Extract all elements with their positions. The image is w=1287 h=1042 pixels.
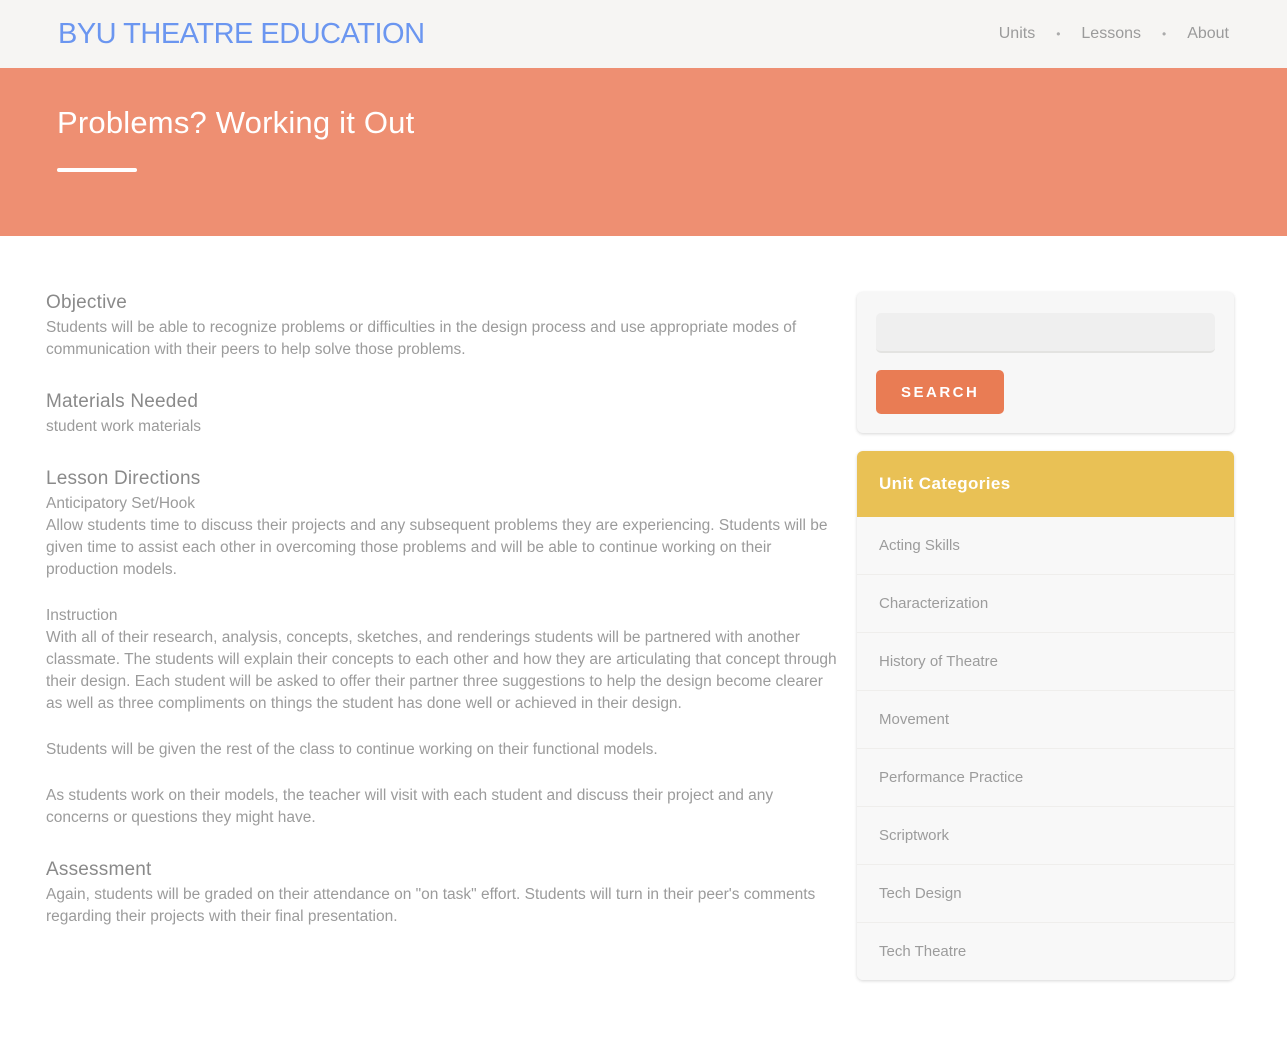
lesson-block: Anticipatory Set/Hook Allow students tim… bbox=[46, 493, 839, 581]
category-item-characterization[interactable]: Characterization bbox=[857, 574, 1234, 632]
search-input[interactable] bbox=[876, 313, 1215, 353]
page-content: Objective Students will be able to recog… bbox=[0, 236, 1287, 1022]
category-item-scriptwork[interactable]: Scriptwork bbox=[857, 806, 1234, 864]
category-item-tech-design[interactable]: Tech Design bbox=[857, 864, 1234, 922]
search-card: SEARCH bbox=[857, 292, 1234, 433]
nav-separator-dot: • bbox=[1161, 27, 1167, 41]
title-underline bbox=[57, 168, 137, 172]
category-item-tech-theatre[interactable]: Tech Theatre bbox=[857, 922, 1234, 980]
section-text: student work materials bbox=[46, 418, 202, 435]
lesson-block: As students work on their models, the te… bbox=[46, 785, 839, 829]
page-title: Problems? Working it Out bbox=[57, 105, 415, 140]
main-nav: Units • Lessons • About bbox=[999, 25, 1229, 43]
section-heading: Objective bbox=[46, 292, 128, 313]
block-label: Instruction bbox=[46, 607, 118, 624]
site-header: BYU THEATRE EDUCATION Units • Lessons • … bbox=[0, 0, 1287, 68]
lesson-block: Students will be given the rest of the c… bbox=[46, 739, 839, 761]
category-item-performance-practice[interactable]: Performance Practice bbox=[857, 748, 1234, 806]
block-label: Anticipatory Set/Hook bbox=[46, 495, 196, 512]
section-text: Students will be able to recognize probl… bbox=[46, 319, 797, 358]
section-text: Again, students will be graded on their … bbox=[46, 886, 816, 925]
nav-item-about[interactable]: About bbox=[1187, 25, 1229, 43]
sidebar: SEARCH Unit Categories Acting Skills Cha… bbox=[857, 292, 1234, 980]
block-text: As students work on their models, the te… bbox=[46, 787, 774, 826]
block-text: With all of their research, analysis, co… bbox=[46, 629, 837, 712]
unit-categories-title: Unit Categories bbox=[857, 451, 1234, 517]
section-heading: Assessment bbox=[46, 859, 152, 880]
nav-item-lessons[interactable]: Lessons bbox=[1081, 25, 1141, 43]
unit-categories-card: Unit Categories Acting Skills Characteri… bbox=[857, 451, 1234, 980]
search-button[interactable]: SEARCH bbox=[876, 370, 1005, 414]
section-heading: Materials Needed bbox=[46, 391, 199, 412]
section-materials: Materials Needed student work materials bbox=[46, 391, 839, 438]
section-lesson-directions: Lesson Directions Anticipatory Set/Hook … bbox=[46, 468, 839, 829]
section-assessment: Assessment Again, students will be grade… bbox=[46, 859, 839, 928]
nav-separator-dot: • bbox=[1056, 27, 1061, 41]
section-objective: Objective Students will be able to recog… bbox=[46, 292, 839, 361]
category-item-acting-skills[interactable]: Acting Skills bbox=[857, 517, 1234, 574]
category-item-history-of-theatre[interactable]: History of Theatre bbox=[857, 632, 1234, 690]
category-item-movement[interactable]: Movement bbox=[857, 690, 1234, 748]
lesson-article: Objective Students will be able to recog… bbox=[46, 292, 841, 958]
lesson-block: Instruction With all of their research, … bbox=[46, 605, 839, 715]
hero-banner: Problems? Working it Out bbox=[0, 68, 1287, 236]
unit-categories-list: Acting Skills Characterization History o… bbox=[857, 517, 1234, 980]
block-text: Allow students time to discuss their pro… bbox=[46, 517, 828, 578]
block-text: Students will be given the rest of the c… bbox=[46, 741, 658, 758]
site-logo[interactable]: BYU THEATRE EDUCATION bbox=[58, 18, 425, 51]
nav-item-units[interactable]: Units bbox=[999, 25, 1035, 43]
section-heading: Lesson Directions bbox=[46, 468, 201, 489]
